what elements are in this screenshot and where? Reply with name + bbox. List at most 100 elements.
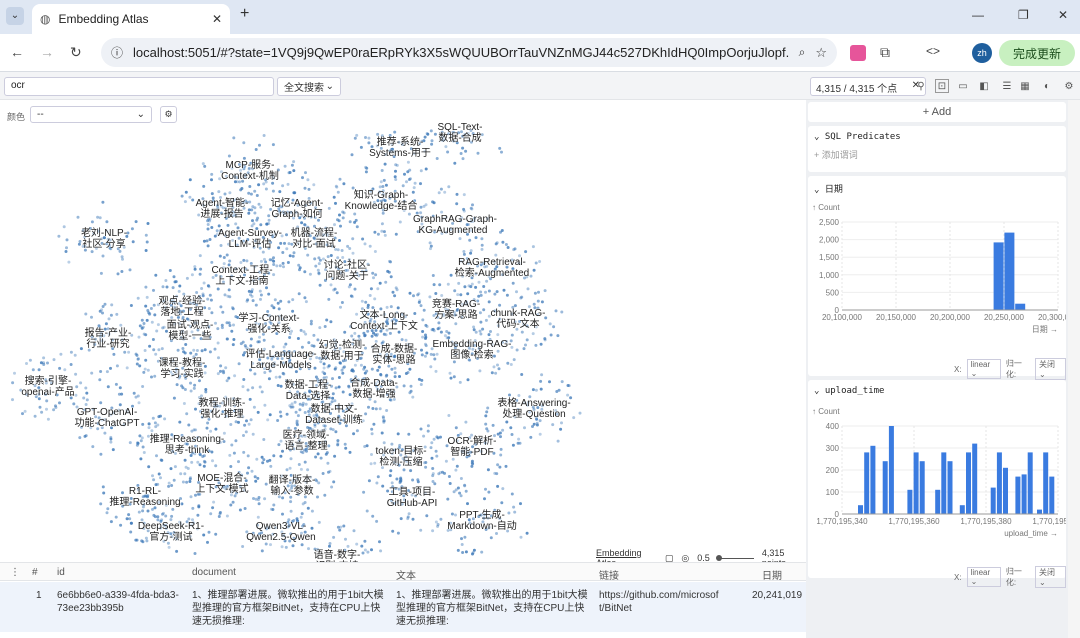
new-tab-button[interactable]: + bbox=[240, 5, 249, 23]
scatter-point bbox=[519, 502, 522, 506]
scatter-point bbox=[471, 203, 474, 207]
scatter-point bbox=[451, 457, 455, 461]
scatter-point bbox=[242, 141, 246, 145]
scatter-point bbox=[512, 358, 516, 362]
scatter-point bbox=[261, 250, 265, 254]
table-row[interactable]: 1 6e6bb6e0-a339-4fda-bda3-73ee23bb395b 1… bbox=[0, 582, 806, 632]
scatter-point bbox=[193, 552, 197, 555]
search-input[interactable]: ocr bbox=[4, 77, 274, 96]
site-info-icon[interactable]: ⓘ bbox=[111, 44, 123, 61]
sidebar-scrollbar[interactable] bbox=[1068, 100, 1080, 638]
y-tick-label: 100 bbox=[826, 488, 840, 497]
close-window-icon[interactable]: ✕ bbox=[1058, 8, 1068, 22]
x-axis-label: upload_time → bbox=[1004, 529, 1058, 538]
plot-settings-icon[interactable]: ⚙ bbox=[160, 106, 177, 123]
scatter-point bbox=[229, 503, 233, 507]
col-header-id[interactable]: id bbox=[57, 567, 65, 581]
dark-mode-icon[interactable]: ◐ bbox=[1040, 79, 1054, 93]
scatter-point bbox=[262, 182, 266, 186]
scatter-point bbox=[99, 452, 103, 456]
devtools-icon[interactable]: <> bbox=[926, 44, 940, 58]
norm-select[interactable]: 关闭 ⌄ bbox=[1035, 566, 1066, 588]
row-menu-icon[interactable]: ⋮ bbox=[10, 567, 20, 581]
scatter-point bbox=[137, 510, 141, 514]
layout-list-icon[interactable]: ☰ bbox=[1000, 79, 1014, 93]
maximize-icon[interactable]: ❐ bbox=[1018, 8, 1029, 22]
scatter-point bbox=[192, 386, 196, 390]
minimize-icon[interactable]: — bbox=[972, 8, 984, 22]
tab-search-icon[interactable]: ⌄ bbox=[6, 7, 24, 25]
histogram-bar bbox=[882, 461, 888, 514]
embedding-plot[interactable]: 颜色 -- ⌄ ⚙ SQL-Text- 数据-合成 推荐-系统- Systems-用于 M… bbox=[0, 100, 806, 572]
collapse-icon[interactable]: ⌄ bbox=[814, 132, 819, 142]
cell-link[interactable]: https://github.com/microsoft/BitNet bbox=[599, 589, 721, 615]
reload-icon[interactable]: ↻ bbox=[70, 44, 82, 61]
scatter-point bbox=[202, 184, 206, 188]
scatter-point bbox=[271, 143, 275, 147]
col-header-document[interactable]: document bbox=[192, 567, 236, 581]
scatter-point bbox=[406, 160, 410, 164]
bookmark-icon[interactable]: ☆ bbox=[815, 45, 827, 61]
scatter-point bbox=[474, 330, 478, 334]
scatter-point bbox=[242, 378, 246, 381]
col-header-date[interactable]: 日期 bbox=[762, 567, 782, 582]
scatter-point bbox=[286, 182, 290, 186]
url-text[interactable]: localhost:5051/#?state=1VQ9j9QwEP0raERpR… bbox=[133, 45, 789, 60]
layout-grid-icon[interactable]: ▦ bbox=[1018, 79, 1032, 93]
close-tab-icon[interactable]: ✕ bbox=[212, 12, 222, 26]
color-select[interactable]: -- ⌄ bbox=[30, 106, 152, 123]
scatter-point bbox=[327, 364, 331, 368]
zoom-icon[interactable]: ⌕ bbox=[799, 45, 806, 60]
y-tick-label: 200 bbox=[826, 466, 840, 475]
scatter-point bbox=[310, 509, 314, 513]
scatter-point bbox=[271, 189, 275, 193]
filter-icon[interactable]: ⚲ bbox=[914, 79, 928, 93]
scatter-point bbox=[288, 254, 292, 258]
cluster-label: GPT-OpenAI- 功能-ChatGPT bbox=[74, 407, 140, 429]
date-histogram[interactable]: ↑ Count05001,0001,5002,0002,50020,100,00… bbox=[808, 200, 1066, 348]
scatter-point bbox=[341, 256, 345, 259]
scatter-point bbox=[101, 200, 105, 204]
scatter-point bbox=[163, 417, 167, 421]
search-mode-select[interactable]: 全文搜索 ⌄ bbox=[277, 77, 341, 96]
scale-select[interactable]: linear ⌄ bbox=[966, 567, 1001, 587]
update-button[interactable]: 完成更新 bbox=[999, 40, 1075, 66]
sidebar-toggle-icon[interactable]: ◧ bbox=[977, 79, 991, 93]
upload-histogram[interactable]: ↑ Count01002003004001,770,195,340 1,770,1… bbox=[808, 404, 1066, 552]
col-header-link[interactable]: 链接 bbox=[599, 567, 619, 582]
forward-icon[interactable]: → bbox=[40, 44, 54, 60]
extensions-puzzle-icon[interactable]: ⧉ bbox=[880, 44, 890, 61]
table-view-icon[interactable]: ▭ bbox=[956, 79, 970, 93]
scatter-point bbox=[458, 380, 462, 384]
norm-select[interactable]: 关闭 ⌄ bbox=[1035, 358, 1066, 380]
scatter-point bbox=[193, 267, 197, 271]
scatter-point bbox=[198, 254, 202, 258]
scatter-point bbox=[224, 366, 228, 370]
embedding-view-icon[interactable]: ⊡ bbox=[935, 79, 949, 93]
collapse-icon[interactable]: ⌄ bbox=[814, 386, 819, 396]
scatter-point bbox=[381, 185, 385, 188]
scatter-point bbox=[355, 133, 359, 137]
add-predicate-button[interactable]: + 添加谓词 bbox=[808, 148, 1066, 161]
scatter-point bbox=[462, 250, 466, 253]
col-header-index[interactable]: # bbox=[32, 567, 38, 581]
point-size-slider[interactable] bbox=[715, 554, 754, 561]
col-header-text[interactable]: 文本 bbox=[396, 567, 416, 582]
scatter-point bbox=[429, 247, 432, 251]
scale-select[interactable]: linear ⌄ bbox=[966, 359, 1001, 379]
profile-avatar[interactable]: zh bbox=[972, 43, 992, 63]
back-icon[interactable]: ← bbox=[10, 44, 24, 60]
collapse-icon[interactable]: ⌄ bbox=[814, 185, 819, 195]
browser-tab[interactable]: ◍ Embedding Atlas ✕ bbox=[32, 4, 230, 34]
scatter-point bbox=[154, 425, 158, 429]
add-panel-button[interactable]: + Add bbox=[808, 102, 1066, 122]
extension-icon[interactable] bbox=[850, 45, 866, 61]
settings-icon[interactable]: ⚙ bbox=[1062, 79, 1076, 93]
scatter-point bbox=[63, 368, 67, 372]
scatter-point bbox=[338, 528, 342, 532]
scatter-point bbox=[52, 358, 56, 362]
scatter-point bbox=[281, 261, 285, 265]
scatter-point bbox=[485, 279, 489, 283]
omnibox[interactable]: ⓘ localhost:5051/#?state=1VQ9j9QwEP0raER… bbox=[101, 38, 837, 67]
scatter-point bbox=[325, 318, 329, 322]
